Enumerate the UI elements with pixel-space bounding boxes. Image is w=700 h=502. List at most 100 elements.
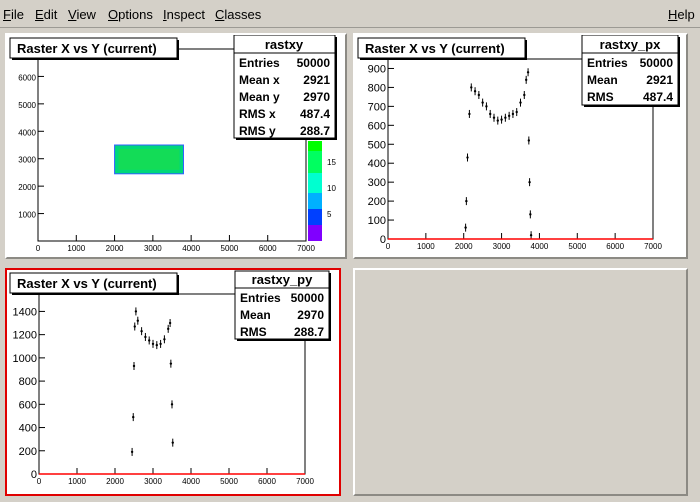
menu-edit-label: dit — [43, 7, 58, 22]
y-tick-label: 3000 — [18, 156, 36, 165]
y-tick-label: 900 — [368, 63, 386, 75]
data-point — [170, 403, 174, 406]
y-tick-label: 1200 — [13, 330, 37, 342]
stats-box: rastxy_py Entries 50000 Mean 2970 RMS 28… — [234, 270, 331, 341]
stats-label: Mean — [587, 73, 618, 87]
y-tick-label: 300 — [368, 177, 386, 189]
stats-box-shadow — [236, 138, 337, 140]
stats-box: rastxy_px Entries 50000 Mean 2921 RMS 48… — [581, 35, 680, 107]
stats-box-shadow — [237, 339, 331, 341]
palette-band-sky — [308, 193, 322, 209]
menu-classes-mnemonic: C — [215, 7, 225, 22]
x-tick-label: 1000 — [67, 244, 85, 253]
data-point — [519, 101, 522, 104]
pad-title: Raster X vs Y (current) — [9, 272, 179, 295]
data-point — [140, 329, 143, 333]
x-tick-label: 0 — [386, 242, 391, 251]
x-tick-label: 7000 — [296, 477, 314, 486]
menu-help-mnemonic: H — [668, 7, 678, 22]
stats-name: rastxy — [265, 37, 304, 52]
stats-box-shadow — [678, 37, 680, 107]
data-point — [134, 310, 138, 313]
data-point — [167, 327, 170, 331]
x-tick-label: 4000 — [182, 477, 200, 486]
x-tick-label: 5000 — [220, 477, 238, 486]
data-point — [527, 139, 531, 142]
y-tick-label: 500 — [368, 139, 386, 151]
palette-tick-label: 5 — [327, 210, 332, 219]
menu-classes[interactable]: Classes — [215, 7, 261, 22]
palette-band-green — [308, 141, 322, 151]
data-point — [159, 342, 162, 346]
x-tick-label: 2000 — [106, 477, 124, 486]
palette-tick-label: 15 — [327, 158, 336, 167]
menu-help-label: elp — [677, 7, 695, 22]
data-point — [529, 213, 532, 216]
menu-options[interactable]: Options — [108, 7, 153, 22]
stats-label: RMS — [587, 90, 614, 104]
stats-label: RMS y — [239, 124, 276, 138]
menu-options-label: ptions — [118, 7, 153, 22]
stats-box: rastxy Entries 50000 Mean x 2921 Mean y … — [233, 35, 337, 140]
x-tick-label: 0 — [37, 477, 42, 486]
stats-label: Entries — [240, 291, 281, 305]
y-tick-label: 400 — [19, 423, 37, 435]
stats-box-shadow — [584, 105, 680, 107]
y-tick-label: 0 — [31, 469, 37, 481]
menu-bar: File Edit View Options Inspect Classes H… — [0, 0, 700, 28]
menu-view-label: iew — [76, 7, 96, 22]
menu-help[interactable]: Help — [668, 7, 695, 22]
palette-band-cyan — [308, 173, 322, 193]
data-point — [132, 415, 135, 419]
y-tick-label: 2000 — [18, 183, 36, 192]
pad-raster-py-canvas[interactable]: 0 1000 2000 3000 4000 5000 6000 7000 0 200 400 600 8… — [7, 270, 339, 494]
heatmap-region — [114, 144, 184, 175]
pad-title-text: Raster X vs Y (current) — [17, 41, 157, 56]
data-point — [528, 180, 531, 184]
pad-raster-px-canvas[interactable]: 0 1000 2000 3000 4000 5000 6000 7000 0 100 200 300 4… — [355, 35, 686, 257]
stats-value: 50000 — [297, 56, 331, 70]
x-tick-label: 3000 — [493, 242, 511, 251]
data-point — [136, 319, 139, 322]
stats-label: RMS — [240, 325, 267, 339]
x-tick-label: 4000 — [531, 242, 549, 251]
pad-raster-xy[interactable]: 0 1000 2000 3000 4000 5000 6000 7000 1000 2000 300… — [5, 33, 347, 259]
pad-raster-py[interactable]: 0 1000 2000 3000 4000 5000 6000 7000 0 200 400 600 8… — [5, 268, 341, 496]
data-point — [466, 156, 469, 159]
stats-value: 288.7 — [294, 325, 324, 339]
menu-edit[interactable]: Edit — [35, 7, 57, 22]
data-point — [481, 101, 484, 104]
y-tick-label: 600 — [19, 399, 37, 411]
pad-title: Raster X vs Y (current) — [357, 37, 527, 60]
data-point — [133, 325, 136, 328]
stats-box-shadow — [335, 37, 337, 140]
pad-raster-xy-canvas[interactable]: 0 1000 2000 3000 4000 5000 6000 7000 1000 2000 300… — [7, 35, 345, 257]
y-tick-label: 1000 — [18, 211, 36, 220]
menu-edit-mnemonic: E — [35, 7, 44, 22]
data-point — [169, 362, 173, 365]
menu-inspect[interactable]: Inspect — [163, 7, 205, 22]
palette-band-violet — [308, 225, 322, 241]
menu-classes-label: lasses — [224, 7, 262, 22]
data-point — [148, 339, 151, 342]
pad-title-text: Raster X vs Y (current) — [17, 276, 157, 291]
pad-raster-px[interactable]: 0 1000 2000 3000 4000 5000 6000 7000 0 100 200 300 4… — [353, 33, 688, 259]
data-point — [492, 116, 496, 119]
x-tick-label: 0 — [36, 244, 41, 253]
menu-view[interactable]: View — [68, 7, 96, 22]
menu-file[interactable]: File — [3, 7, 24, 22]
stats-value: 2970 — [297, 308, 324, 322]
title-box-shadow — [360, 58, 527, 60]
pad-empty[interactable] — [353, 268, 688, 496]
y-tick-label: 600 — [368, 120, 386, 132]
pad-title: Raster X vs Y (current) — [9, 37, 179, 60]
data-point — [163, 338, 166, 341]
data-point — [529, 234, 533, 237]
stats-label: RMS x — [239, 107, 276, 121]
pad-title-text: Raster X vs Y (current) — [365, 41, 505, 56]
x-tick-label: 4000 — [182, 244, 200, 253]
data-point — [504, 116, 507, 119]
title-box-shadow — [177, 40, 179, 60]
data-point — [464, 226, 467, 229]
heatmap-core — [118, 149, 180, 170]
